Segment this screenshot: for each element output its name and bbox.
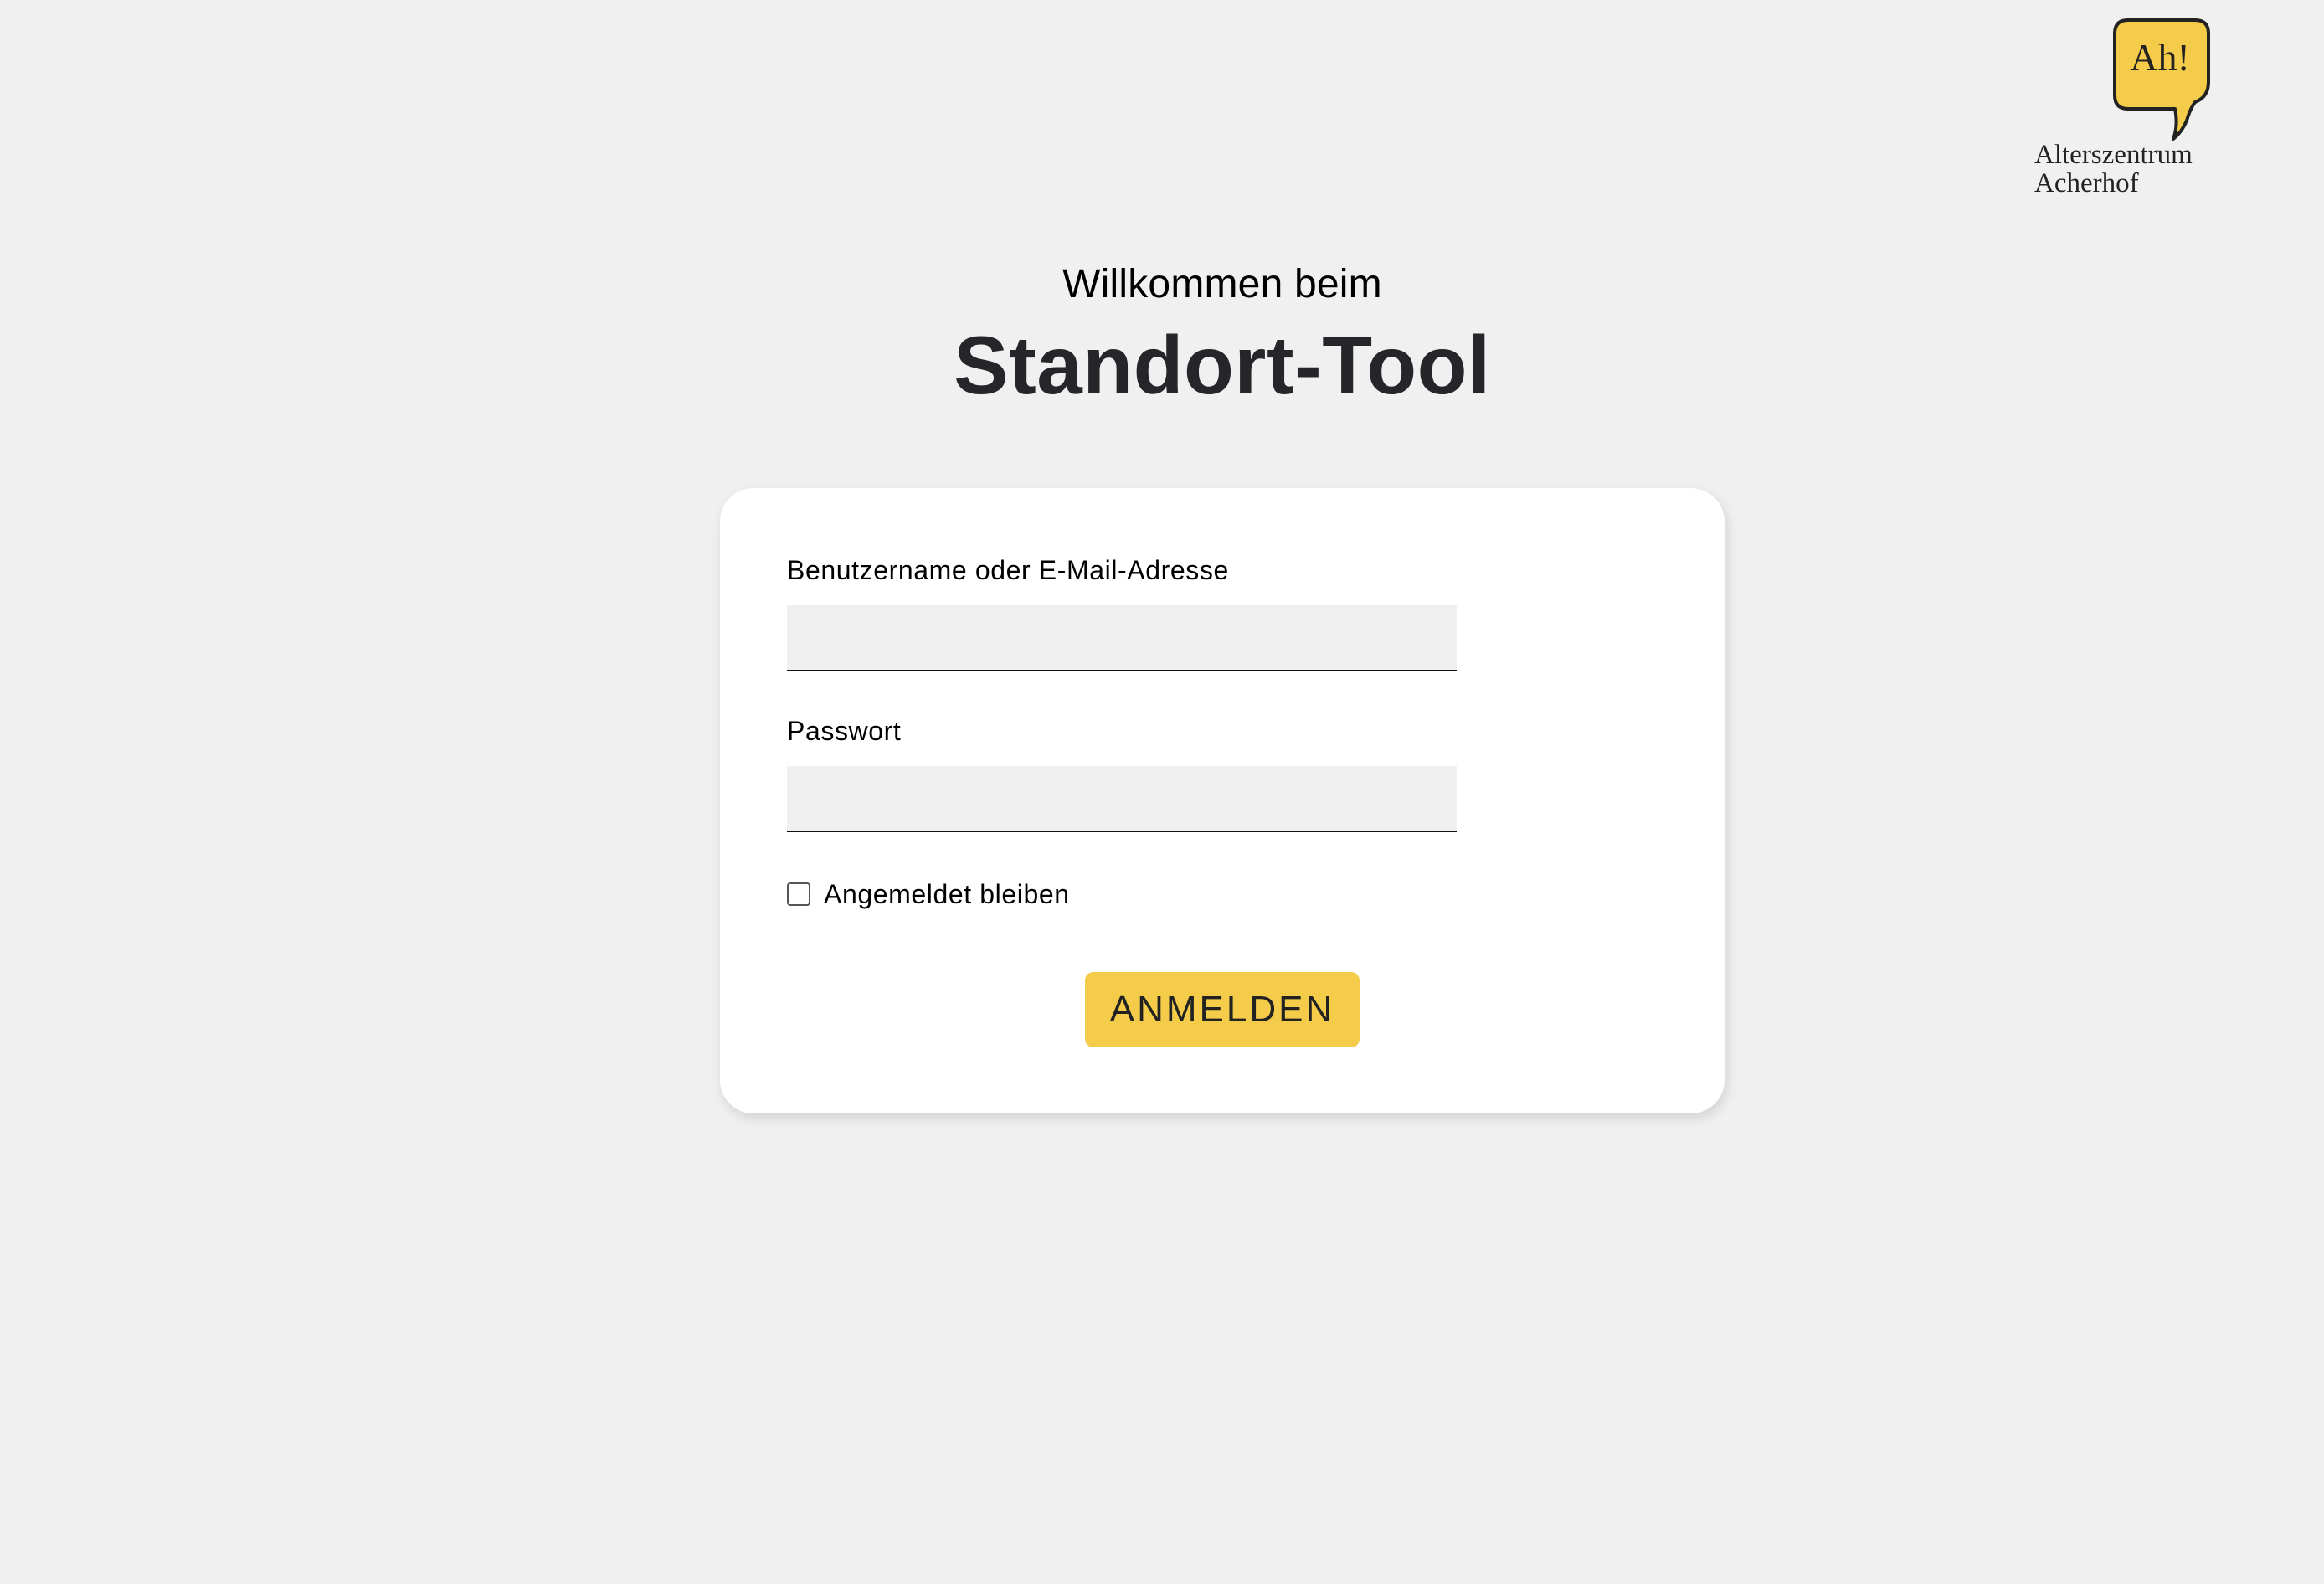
username-label: Benutzername oder E-Mail-Adresse <box>787 555 1229 585</box>
logo-line-1: Alterszentrum <box>2034 140 2193 170</box>
logo-wordmark: Alterszentrum Acherhof <box>2034 141 2193 198</box>
login-button[interactable]: ANMELDEN <box>1085 972 1360 1047</box>
logo-bubble-text: Ah! <box>2130 36 2190 79</box>
logo: Ah! Alterszentrum Acherhof <box>2034 17 2210 201</box>
remember-me-label[interactable]: Angemeldet bleiben <box>824 877 1070 911</box>
welcome-text: Willkommen beim <box>1062 262 1382 306</box>
speech-bubble-logo-icon: Ah! <box>2113 18 2210 141</box>
remember-me-row[interactable]: Angemeldet bleiben <box>787 877 1070 911</box>
logo-line-2: Acherhof <box>2034 168 2139 198</box>
remember-me-checkbox[interactable] <box>787 882 810 906</box>
password-label: Passwort <box>787 716 902 746</box>
password-input[interactable] <box>787 766 1457 832</box>
page-title: Standort-Tool <box>954 319 1491 411</box>
username-input[interactable] <box>787 605 1457 671</box>
login-card: Benutzername oder E-Mail-Adresse Passwor… <box>720 488 1725 1113</box>
